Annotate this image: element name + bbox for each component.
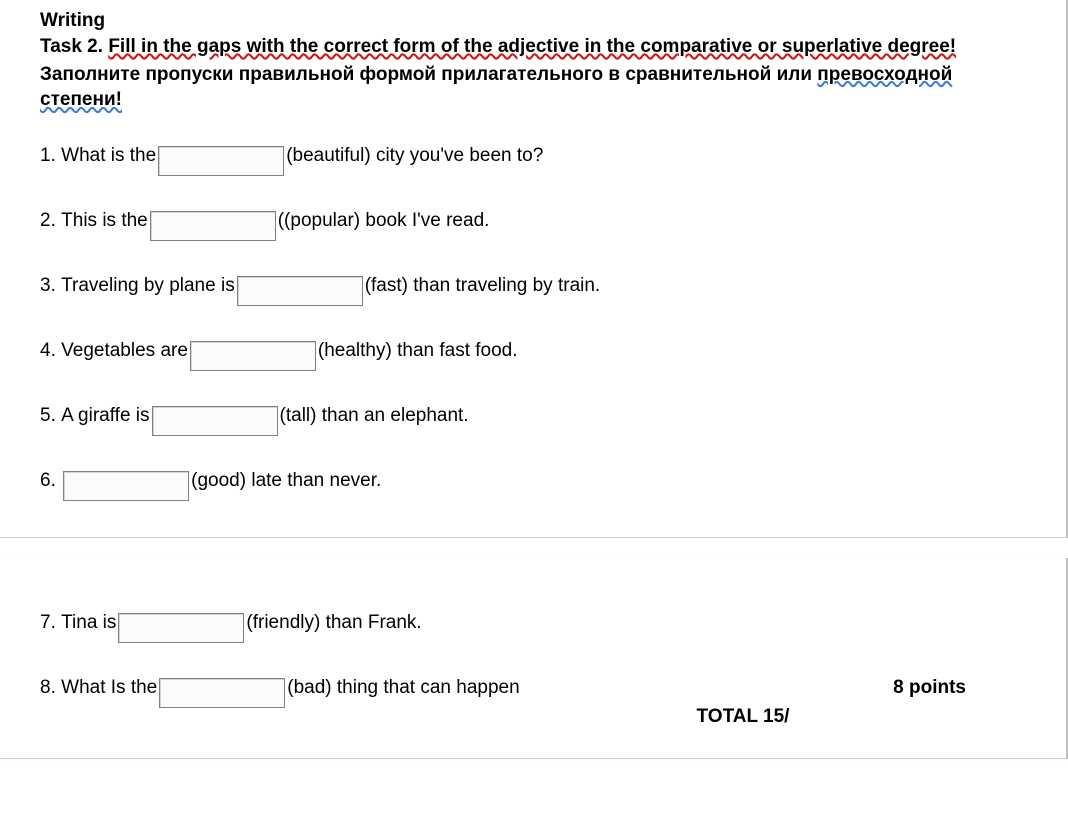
question-after: (good) late than never. xyxy=(191,466,381,496)
gap-input[interactable] xyxy=(118,613,244,643)
question-number: 4. xyxy=(40,336,56,366)
worksheet-page-1: Writing Task 2. Fill in the gaps with th… xyxy=(0,0,1068,538)
question-before: What is the xyxy=(61,141,156,171)
question-number: 8. xyxy=(40,673,56,703)
gap-input[interactable] xyxy=(152,406,278,436)
question-after: (friendly) than Frank. xyxy=(246,608,421,638)
question-row: 8. What Is the (bad) thing that can happ… xyxy=(40,673,520,704)
gap-input[interactable] xyxy=(63,471,189,501)
task-prefix: Task 2. xyxy=(40,36,108,57)
total-label: TOTAL 15/ xyxy=(40,706,1026,728)
gap-input[interactable] xyxy=(190,341,316,371)
question-after: (bad) thing that can happen xyxy=(287,673,519,703)
question-after: (beautiful) city you've been to? xyxy=(286,141,543,171)
gap-input[interactable] xyxy=(237,276,363,306)
question-row: 2. This is the ((popular) book I've read… xyxy=(40,206,1026,237)
points-label: 8 points xyxy=(893,677,1026,699)
page-separator xyxy=(0,538,1068,558)
gap-input[interactable] xyxy=(150,211,276,241)
question-after: (fast) than traveling by train. xyxy=(365,271,601,301)
question-after: ((popular) book I've read. xyxy=(278,206,490,236)
question-number: 5. xyxy=(40,401,56,431)
question-before: A giraffe is xyxy=(61,401,149,431)
question-row: 7. Tina is (friendly) than Frank. xyxy=(40,608,1026,639)
question-after: (tall) than an elephant. xyxy=(280,401,469,431)
question-number: 7. xyxy=(40,608,56,638)
question-before: Traveling by plane is xyxy=(61,271,235,301)
question-number: 3. xyxy=(40,271,56,301)
question-before: Vegetables are xyxy=(61,336,188,366)
question-before: What Is the xyxy=(61,673,157,703)
question-after: (healthy) than fast food. xyxy=(318,336,518,366)
question-row: 1. What is the (beautiful) city you've b… xyxy=(40,141,1026,172)
task-instruction-ru: Заполните пропуски правильной формой при… xyxy=(40,62,1026,113)
question-number: 6. xyxy=(40,466,56,496)
question-before: This is the xyxy=(61,206,148,236)
gap-input[interactable] xyxy=(159,678,285,708)
ru-text-1: Заполните пропуски правильной формой при… xyxy=(40,64,817,85)
task-text-en: Fill in the gaps with the correct form o… xyxy=(108,36,956,57)
question-number: 1. xyxy=(40,141,56,171)
task-instruction-en: Task 2. Fill in the gaps with the correc… xyxy=(40,34,1026,60)
question-row: 6. (good) late than never. xyxy=(40,466,1026,497)
section-title: Writing xyxy=(40,10,1026,32)
question-row: 4. Vegetables are (healthy) than fast fo… xyxy=(40,336,1026,367)
question-number: 2. xyxy=(40,206,56,236)
worksheet-page-2: 7. Tina is (friendly) than Frank. 8. Wha… xyxy=(0,558,1068,759)
question-row: 3. Traveling by plane is (fast) than tra… xyxy=(40,271,1026,302)
question-row: 5. A giraffe is (tall) than an elephant. xyxy=(40,401,1026,432)
gap-input[interactable] xyxy=(158,146,284,176)
question-before: Tina is xyxy=(61,608,116,638)
question-row-with-points: 8. What Is the (bad) thing that can happ… xyxy=(40,673,1026,704)
